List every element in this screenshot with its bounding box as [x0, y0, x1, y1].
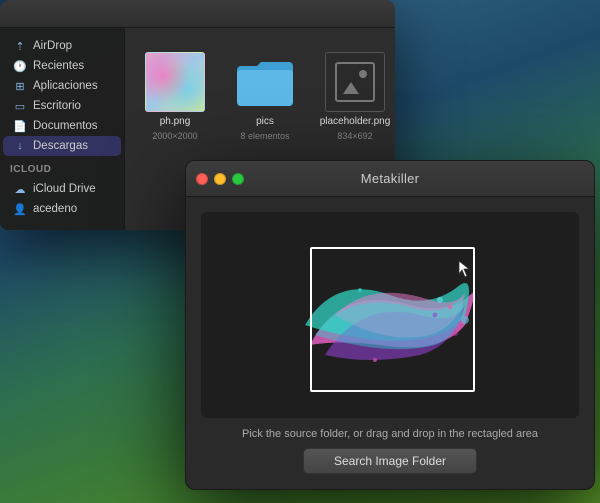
- doc-icon: 📄: [13, 119, 27, 133]
- sidebar-label-acedeno: acedeno: [33, 203, 77, 215]
- sidebar-item-acedeno[interactable]: 👤 acedeno: [3, 199, 121, 219]
- maximize-button[interactable]: [232, 173, 244, 185]
- sidebar-item-escritorio[interactable]: ▭ Escritorio: [3, 96, 121, 116]
- metakiller-titlebar: Metakiller: [186, 161, 594, 197]
- metakiller-window: Metakiller: [185, 160, 595, 490]
- finder-titlebar: [0, 0, 395, 28]
- download-icon: ↓: [13, 139, 27, 153]
- close-button[interactable]: [196, 173, 208, 185]
- desktop-icon: ▭: [13, 99, 27, 113]
- finder-sidebar: ⇡ AirDrop 🕐 Recientes ⊞ Aplicaciones ▭ E…: [0, 28, 125, 230]
- file-item-placeholder[interactable]: placeholder.png 834×692: [320, 48, 390, 145]
- minimize-button[interactable]: [214, 173, 226, 185]
- sidebar-label-airdrop: AirDrop: [33, 40, 72, 52]
- file-name-pics: pics: [256, 116, 274, 127]
- window-controls: [196, 173, 244, 185]
- file-icon-ph: [145, 52, 205, 112]
- brush-image: [280, 225, 500, 405]
- clock-icon: 🕐: [13, 59, 27, 73]
- file-meta-placeholder: 834×692: [337, 131, 372, 141]
- file-meta-ph: 2000×2000: [152, 131, 197, 141]
- cloud-icon: ☁: [13, 182, 27, 196]
- sidebar-label-icloud-drive: iCloud Drive: [33, 183, 96, 195]
- metakiller-footer: Pick the source folder, or drag and drop…: [201, 428, 579, 474]
- icloud-section-label: iCloud: [0, 164, 124, 179]
- metakiller-title: Metakiller: [361, 171, 420, 186]
- file-item-pics[interactable]: pics 8 elementos: [230, 48, 300, 145]
- metakiller-body: Pick the source folder, or drag and drop…: [186, 197, 594, 489]
- sidebar-label-descargas: Descargas: [33, 140, 88, 152]
- instruction-text: Pick the source folder, or drag and drop…: [242, 428, 538, 440]
- file-icon-placeholder: [325, 52, 385, 112]
- sidebar-item-aplicaciones[interactable]: ⊞ Aplicaciones: [3, 76, 121, 96]
- preview-area[interactable]: [201, 212, 579, 418]
- sidebar-label-aplicaciones: Aplicaciones: [33, 80, 98, 92]
- file-item-ph[interactable]: ph.png 2000×2000: [140, 48, 210, 145]
- person-icon: 👤: [13, 202, 27, 216]
- sidebar-item-descargas[interactable]: ↓ Descargas: [3, 136, 121, 156]
- file-meta-pics: 8 elementos: [240, 131, 289, 141]
- file-icon-pics: [235, 52, 295, 112]
- sidebar-item-icloud-drive[interactable]: ☁ iCloud Drive: [3, 179, 121, 199]
- grid-icon: ⊞: [13, 79, 27, 93]
- sidebar-item-airdrop[interactable]: ⇡ AirDrop: [3, 36, 121, 56]
- sidebar-label-documentos: Documentos: [33, 120, 98, 132]
- file-name-ph: ph.png: [160, 116, 191, 127]
- airdrop-icon: ⇡: [13, 39, 27, 53]
- sidebar-item-recientes[interactable]: 🕐 Recientes: [3, 56, 121, 76]
- sidebar-item-documentos[interactable]: 📄 Documentos: [3, 116, 121, 136]
- sidebar-label-recientes: Recientes: [33, 60, 84, 72]
- file-name-placeholder: placeholder.png: [320, 116, 391, 127]
- sidebar-label-escritorio: Escritorio: [33, 100, 81, 112]
- search-folder-button[interactable]: Search Image Folder: [303, 448, 477, 474]
